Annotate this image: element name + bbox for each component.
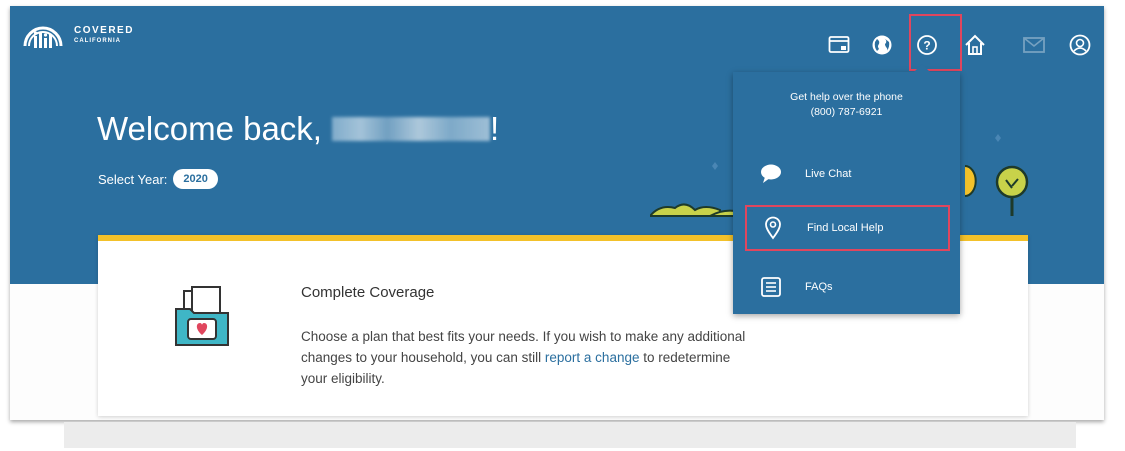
app-window: COVERED CALIFORNIA ? Welcome back, ! Sel… <box>10 6 1104 420</box>
list-icon <box>753 276 789 298</box>
menu-item-find-local-help[interactable]: Find Local Help <box>745 205 950 251</box>
mail-icon[interactable] <box>1023 34 1045 56</box>
welcome-suffix: ! <box>489 110 500 147</box>
menu-item-faqs[interactable]: FAQs <box>745 264 950 310</box>
logo-text: COVERED CALIFORNIA <box>74 26 134 46</box>
menu-item-live-chat[interactable]: Live Chat <box>745 151 950 197</box>
home-icon[interactable] <box>964 34 986 56</box>
logo[interactable]: COVERED CALIFORNIA <box>20 16 134 56</box>
phone-help-label: Get help over the phone <box>790 91 903 103</box>
welcome-prefix: Welcome back, <box>97 110 322 147</box>
year-dropdown-button[interactable]: 2020 <box>173 169 218 189</box>
card-body: Choose a plan that best fits your needs.… <box>301 326 751 389</box>
user-icon[interactable] <box>1069 34 1091 56</box>
find-local-help-label: Find Local Help <box>807 222 884 234</box>
report-change-link[interactable]: report a change <box>545 350 640 365</box>
year-selector: Select Year: 2020 <box>98 169 218 189</box>
faqs-label: FAQs <box>805 281 833 293</box>
brand-line-1: COVERED <box>74 25 134 36</box>
phone-help[interactable]: Get help over the phone (800) 787-6921 <box>733 90 960 120</box>
redacted-user-name <box>331 117 490 141</box>
location-pin-icon <box>755 216 791 240</box>
globe-icon[interactable] <box>871 34 893 56</box>
live-chat-label: Live Chat <box>805 168 852 180</box>
year-label: Select Year: <box>98 171 168 187</box>
welcome-heading: Welcome back, ! <box>97 110 499 148</box>
chat-icon <box>753 163 789 185</box>
help-dropdown-menu: Get help over the phone (800) 787-6921 L… <box>733 64 960 314</box>
brand-line-2: CALIFORNIA <box>74 38 121 44</box>
folder-heart-icon <box>170 285 234 349</box>
help-icon-highlight <box>909 14 962 71</box>
covered-california-logo-icon <box>20 16 66 56</box>
phone-number[interactable]: (800) 787-6921 <box>733 105 960 120</box>
window-icon[interactable] <box>828 34 850 56</box>
page-shadow <box>64 422 1076 448</box>
card-title: Complete Coverage <box>301 284 435 301</box>
dropdown-arrow <box>914 64 930 72</box>
